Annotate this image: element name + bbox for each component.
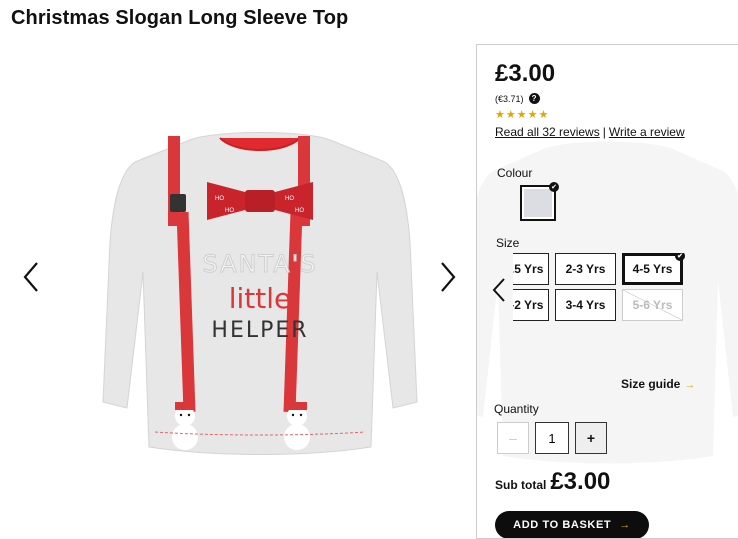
gallery-prev-button[interactable]	[17, 257, 47, 297]
product-image: HO HO HO HO SANTA'S little HELPER	[102, 132, 418, 455]
subtotal-value: £3.00	[550, 468, 611, 495]
check-icon: ✔	[675, 253, 685, 261]
add-to-basket-label: ADD TO BASKET	[513, 519, 612, 531]
reviews-separator: |	[602, 125, 606, 139]
quantity-increase-button[interactable]: +	[575, 422, 607, 454]
size-option-5-6: 5-6 Yrs	[622, 289, 683, 321]
colour-swatch-fill	[524, 189, 552, 217]
arrow-right-icon: →	[684, 379, 696, 391]
svg-text:SANTA'S: SANTA'S	[202, 250, 317, 278]
add-to-basket-button[interactable]: ADD TO BASKET →	[495, 511, 649, 538]
size-guide-link[interactable]: Size guide →	[621, 377, 695, 391]
write-review-link[interactable]: Write a review	[609, 125, 685, 139]
chevron-right-icon	[441, 262, 456, 292]
rating-stars: ★★★★★	[495, 109, 550, 121]
quantity-decrease-button[interactable]: –	[497, 422, 529, 454]
chevron-left-icon	[23, 262, 38, 292]
size-option-4-5[interactable]: 4-5 Yrs ✔	[622, 253, 685, 285]
read-reviews-link[interactable]: Read all 32 reviews	[495, 125, 600, 139]
price: £3.00	[495, 60, 556, 87]
svg-text:HO: HO	[285, 196, 294, 202]
quantity-stepper: – +	[497, 422, 607, 454]
reviews-row: Read all 32 reviews | Write a review	[495, 125, 685, 139]
arrow-right-icon: →	[619, 519, 631, 531]
product-title: Christmas Slogan Long Sleeve Top	[11, 7, 349, 29]
subtotal-label: Sub total	[495, 478, 547, 492]
svg-text:HO: HO	[225, 208, 234, 214]
size-label: Size	[496, 236, 520, 250]
size-option-3-4[interactable]: 3-4 Yrs	[555, 289, 616, 321]
check-icon: ✔	[549, 182, 559, 192]
size-prev-icon[interactable]	[489, 275, 509, 305]
svg-text:little: little	[229, 282, 292, 315]
subtotal: Sub total £3.00	[495, 468, 610, 496]
size-option-1-5-2[interactable]: 1.5-2 Yrs	[513, 289, 549, 321]
colour-swatch[interactable]: ✔	[520, 182, 559, 221]
help-icon[interactable]: ?	[528, 93, 540, 104]
size-option-2-3[interactable]: 2-3 Yrs	[555, 253, 616, 285]
size-option-1-1-5[interactable]: 1-1.5 Yrs	[513, 253, 549, 285]
price-eur-value: (€3.71)	[495, 93, 524, 104]
size-option-label: 4-5 Yrs	[632, 262, 673, 276]
price-eur: (€3.71) ?	[495, 93, 540, 104]
purchase-panel: £3.00 (€3.71) ? ★★★★★ Read all 32 review…	[476, 44, 738, 539]
svg-text:HO: HO	[215, 196, 224, 202]
size-guide-label: Size guide	[621, 377, 681, 391]
colour-label: Colour	[497, 166, 533, 180]
svg-text:HO: HO	[295, 208, 304, 214]
gallery-next-button[interactable]	[432, 257, 462, 297]
size-selector: 1-1.5 Yrs 2-3 Yrs 4-5 Yrs ✔ 1.5-2 Yrs 3-…	[513, 253, 735, 328]
svg-text:HELPER: HELPER	[211, 318, 308, 343]
quantity-input[interactable]	[535, 422, 569, 454]
quantity-label: Quantity	[494, 402, 539, 416]
product-gallery: HO HO HO HO SANTA'S little HELPER	[0, 44, 476, 539]
